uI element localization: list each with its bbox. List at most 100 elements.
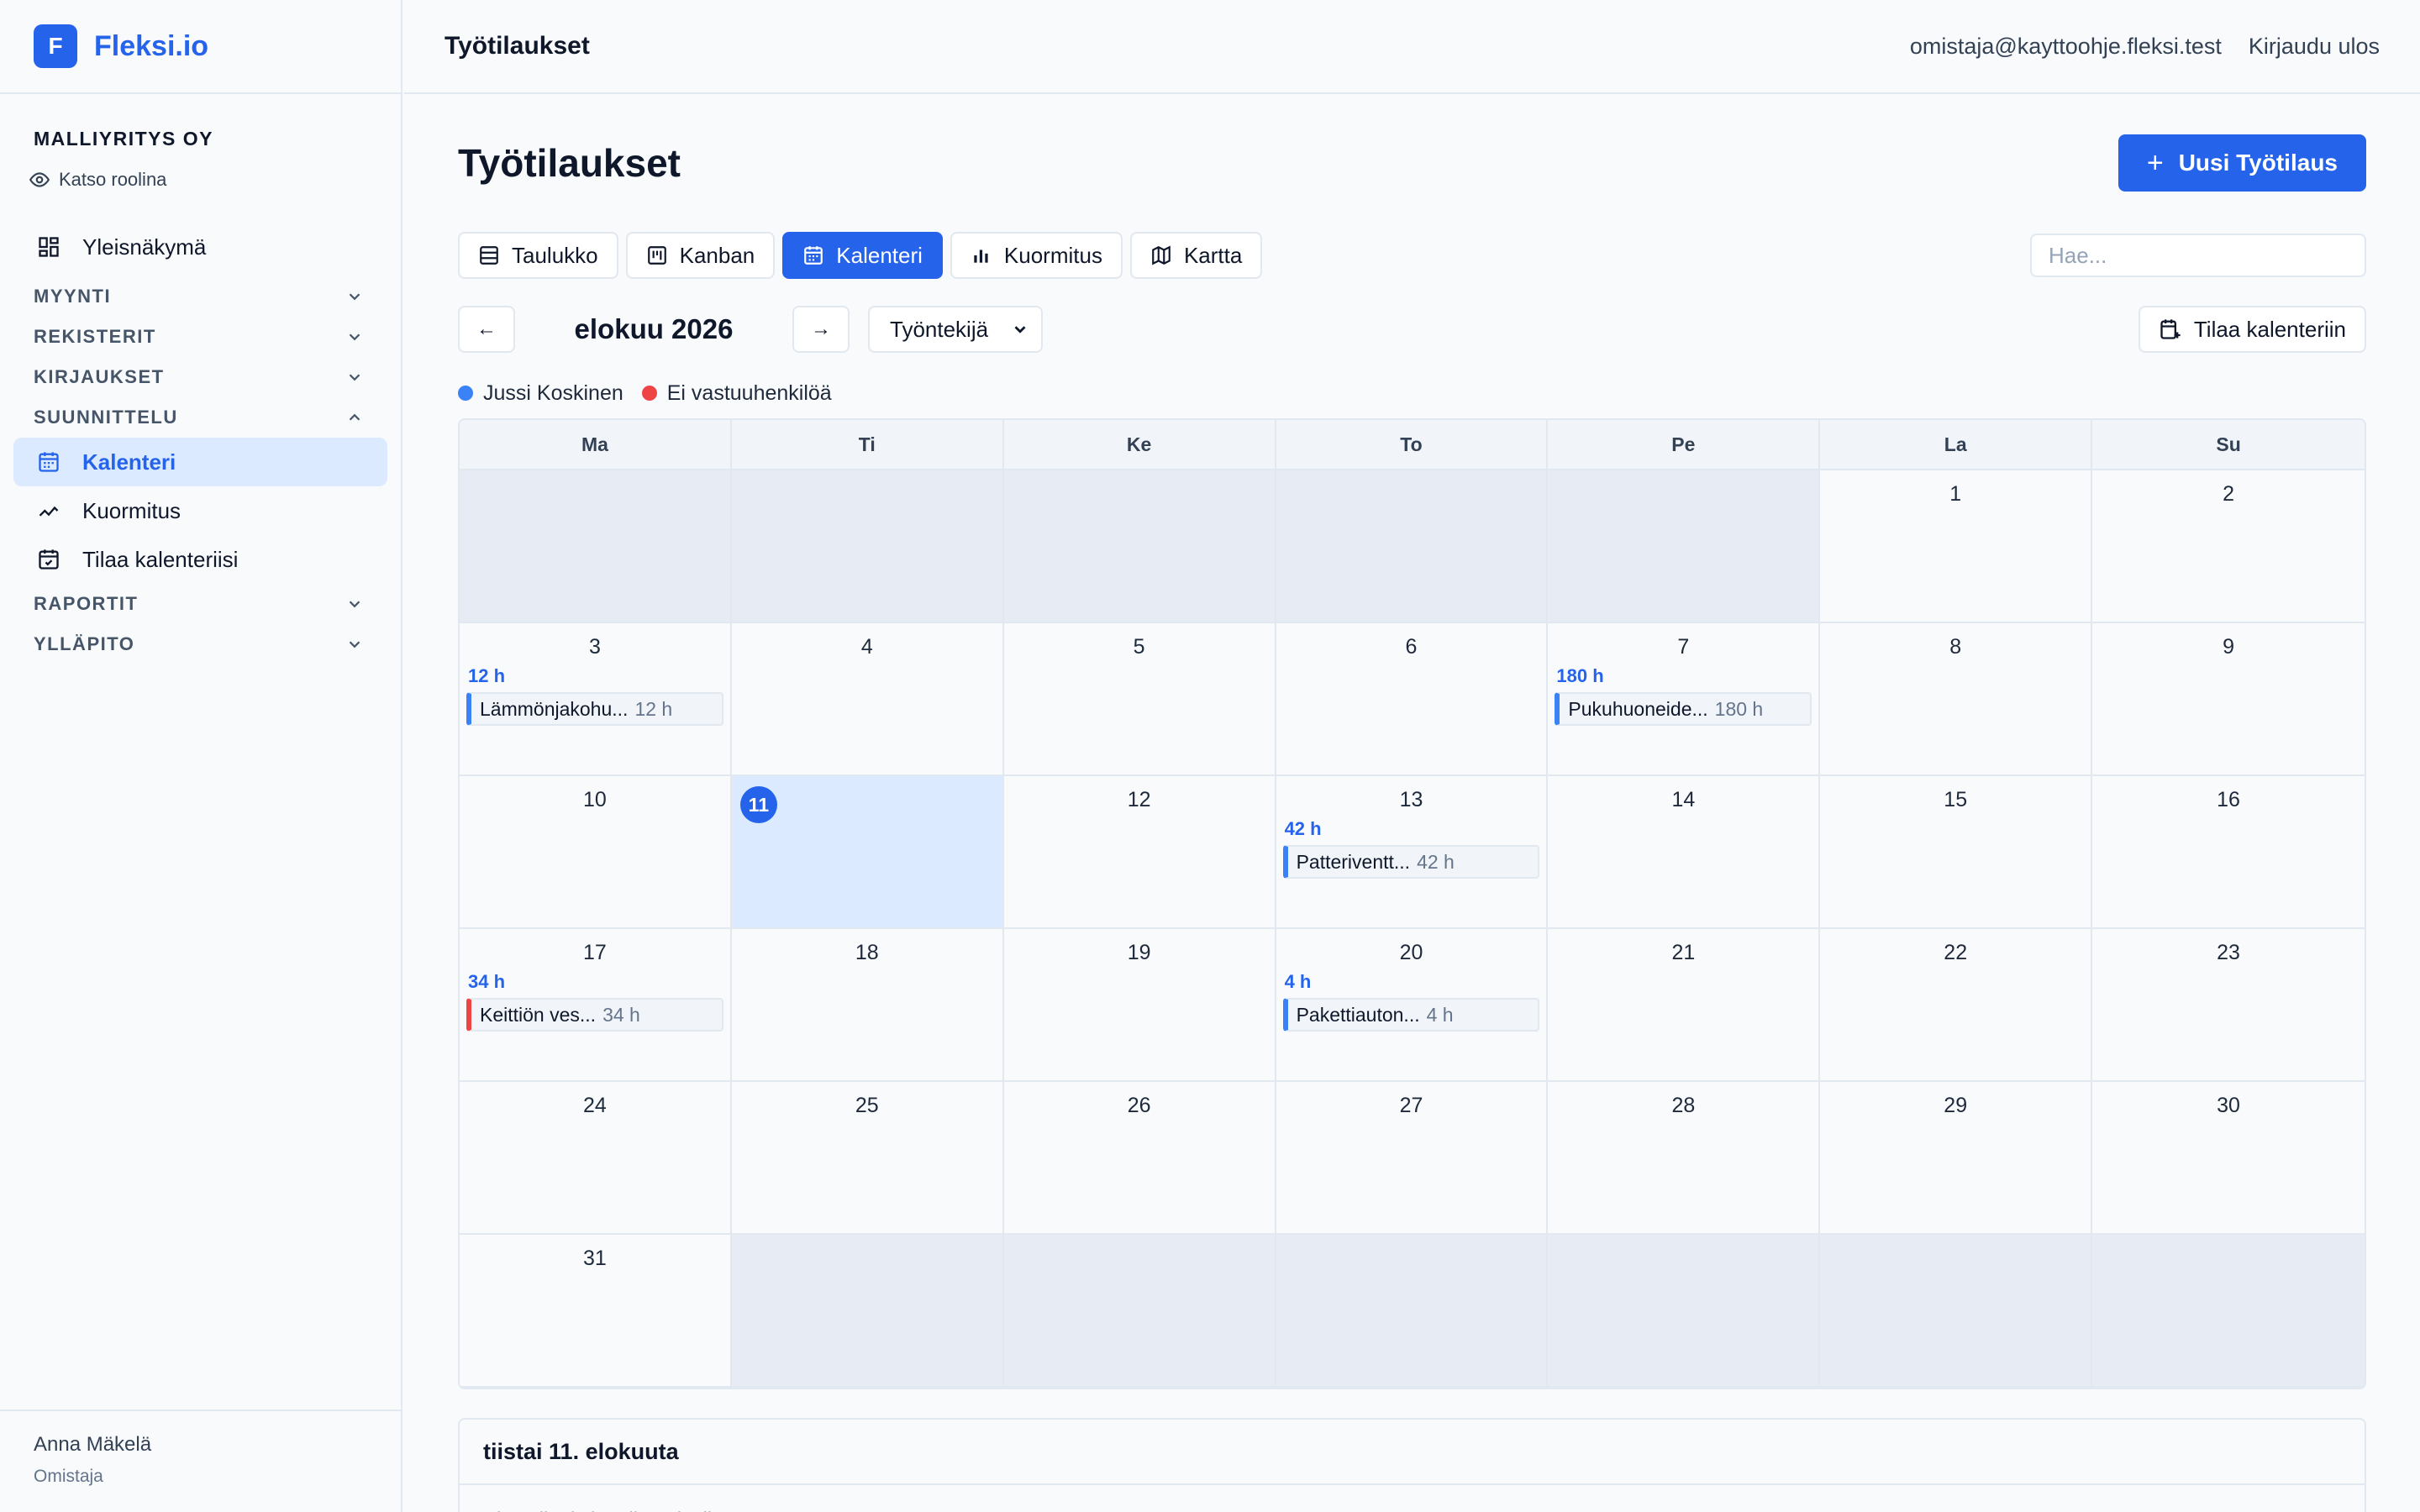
- day-number: 19: [1127, 941, 1151, 964]
- calendar-empty-cell: [1820, 1235, 2093, 1388]
- calendar-day-cell[interactable]: 7 180 h Pukuhuoneide... 180 h: [1548, 623, 1821, 776]
- view-label: Taulukko: [512, 242, 598, 268]
- view-map-button[interactable]: Kartta: [1129, 232, 1263, 279]
- sidebar-nav: Yleisnäkymä MYYNTI REKISTERIT KIRJAUKSET…: [0, 223, 401, 664]
- day-number: 5: [1133, 635, 1145, 659]
- sidebar-item-load[interactable]: Kuormitus: [0, 486, 401, 535]
- legend-label: Jussi Koskinen: [483, 381, 623, 405]
- sidebar-section-sales[interactable]: MYYNTI: [0, 276, 401, 317]
- day-panel-empty-text: Ei työtilauksia tälle päivälle: [460, 1485, 2365, 1512]
- calendar-day-cell[interactable]: 28: [1548, 1082, 1821, 1235]
- event-hours: 12 h: [634, 697, 673, 720]
- calendar-event[interactable]: Keittiön ves... 34 h: [466, 998, 723, 1032]
- trend-icon: [39, 506, 59, 517]
- day-panel-title: tiistai 11. elokuuta: [460, 1420, 2365, 1485]
- sidebar-item-label: Kuormitus: [82, 497, 182, 523]
- calendar-day-cell[interactable]: 23: [2092, 929, 2365, 1082]
- day-number: 21: [1671, 941, 1696, 964]
- company-name: MALLIYRITYS OY: [34, 128, 213, 150]
- calendar-day-cell[interactable]: 1: [1820, 470, 2093, 623]
- logout-link[interactable]: Kirjaudu ulos: [2249, 34, 2380, 60]
- weekday-label: Ma: [460, 420, 732, 469]
- calendar-day-cell[interactable]: 24: [460, 1082, 732, 1235]
- calendar-day-cell[interactable]: 15: [1820, 776, 2093, 929]
- calendar-day-cell[interactable]: 29: [1820, 1082, 2093, 1235]
- subscribe-calendar-button[interactable]: Tilaa kalenteriin: [2138, 306, 2366, 353]
- calendar-day-cell[interactable]: 26: [1003, 1082, 1276, 1235]
- calendar-day-cell[interactable]: 10: [460, 776, 732, 929]
- new-work-order-label: Uusi Työtilaus: [2178, 150, 2338, 176]
- brand[interactable]: F Fleksi.io: [0, 0, 401, 94]
- group-by-select[interactable]: Työntekijä: [868, 306, 1043, 353]
- calendar-day-cell[interactable]: 11: [731, 776, 1004, 929]
- view-label: Kanban: [679, 242, 755, 268]
- view-load-button[interactable]: Kuormitus: [950, 232, 1123, 279]
- section-label: MYYNTI: [34, 286, 112, 307]
- calendar-empty-cell: [1003, 470, 1276, 623]
- search-input[interactable]: [2030, 234, 2366, 277]
- event-hours: 180 h: [1714, 697, 1764, 720]
- calendar-day-cell[interactable]: 6: [1276, 623, 1549, 776]
- calendar-day-cell[interactable]: 16: [2092, 776, 2365, 929]
- calendar-empty-cell: [731, 470, 1004, 623]
- calendar-day-cell[interactable]: 19: [1003, 929, 1276, 1082]
- calendar-event[interactable]: Lämmönjakohu... 12 h: [466, 692, 723, 726]
- calendar-day-cell[interactable]: 5: [1003, 623, 1276, 776]
- next-month-button[interactable]: →: [792, 306, 850, 353]
- sidebar-item-subscribe[interactable]: Tilaa kalenteriisi: [0, 535, 401, 584]
- main-content: Työtilaukset + Uusi Työtilaus Taulukko K…: [458, 94, 2366, 1512]
- calendar-day-cell[interactable]: 31: [460, 1235, 732, 1388]
- calendar-day-cell[interactable]: 27: [1276, 1082, 1549, 1235]
- calendar-day-cell[interactable]: 18: [731, 929, 1004, 1082]
- day-number: 15: [1944, 788, 1968, 811]
- day-number: 29: [1944, 1094, 1968, 1117]
- user-name: Anna Mäkelä: [34, 1433, 152, 1456]
- month-label: elokuu 2026: [574, 313, 734, 344]
- calendar-day-cell[interactable]: 9: [2092, 623, 2365, 776]
- brand-logo: F: [34, 24, 77, 68]
- event-title: Lämmönjakohu...: [480, 697, 629, 720]
- calendar-day-cell[interactable]: 17 34 h Keittiön ves... 34 h: [460, 929, 732, 1082]
- calendar-day-cell[interactable]: 12: [1003, 776, 1276, 929]
- sidebar-section-admin[interactable]: YLLÄPITO: [0, 624, 401, 664]
- day-number: 13: [1399, 788, 1423, 811]
- calendar-day-cell[interactable]: 14: [1548, 776, 1821, 929]
- event-hours: 42 h: [1417, 850, 1455, 873]
- calendar-event[interactable]: Patteriventt... 42 h: [1282, 845, 1540, 879]
- new-work-order-button[interactable]: + Uusi Työtilaus: [2118, 134, 2366, 192]
- calendar-day-cell[interactable]: 30: [2092, 1082, 2365, 1235]
- calendar-day-cell[interactable]: 8: [1820, 623, 2093, 776]
- kanban-icon: [647, 246, 666, 265]
- calendar-day-cell[interactable]: 22: [1820, 929, 2093, 1082]
- sidebar-item-calendar[interactable]: Kalenteri: [13, 438, 387, 486]
- sidebar-section-reports[interactable]: RAPORTIT: [0, 584, 401, 624]
- view-kanban-button[interactable]: Kanban: [625, 232, 776, 279]
- sidebar-section-registers[interactable]: REKISTERIT: [0, 317, 401, 357]
- calendar-day-cell[interactable]: 25: [731, 1082, 1004, 1235]
- calendar-event[interactable]: Pakettiauton... 4 h: [1282, 998, 1540, 1032]
- calendar-day-cell[interactable]: 3 12 h Lämmönjakohu... 12 h: [460, 623, 732, 776]
- calendar-event[interactable]: Pukuhuoneide... 180 h: [1555, 692, 1812, 726]
- page-title: Työtilaukset: [458, 141, 681, 185]
- prev-month-button[interactable]: ←: [458, 306, 515, 353]
- view-as-role-link[interactable]: Katso roolina: [29, 169, 367, 191]
- calendar-day-cell[interactable]: 13 42 h Patteriventt... 42 h: [1276, 776, 1549, 929]
- sidebar-section-planning[interactable]: SUUNNITTELU: [0, 397, 401, 438]
- calendar-day-cell[interactable]: 21: [1548, 929, 1821, 1082]
- calendar-day-cell[interactable]: 20 4 h Pakettiauton... 4 h: [1276, 929, 1549, 1082]
- chevron-down-icon: [349, 333, 360, 341]
- calendar-day-cell[interactable]: 4: [731, 623, 1004, 776]
- event-title: Patteriventt...: [1296, 850, 1411, 873]
- calendar-day-cell[interactable]: 2: [2092, 470, 2365, 623]
- view-table-button[interactable]: Taulukko: [458, 232, 618, 279]
- sidebar-section-bookkeeping[interactable]: KIRJAUKSET: [0, 357, 401, 397]
- legend-item: Ei vastuuhenkilöä: [641, 381, 832, 406]
- view-calendar-button[interactable]: Kalenteri: [782, 232, 943, 279]
- calendar-empty-cell: [1276, 470, 1549, 623]
- day-number: 20: [1399, 941, 1423, 964]
- calendar-check-icon: [39, 549, 59, 570]
- day-number: 4: [860, 635, 873, 659]
- sidebar-item-overview[interactable]: Yleisnäkymä: [0, 223, 401, 271]
- weekday-label: La: [1820, 420, 2093, 469]
- user-box[interactable]: Anna Mäkelä Omistaja: [0, 1410, 401, 1512]
